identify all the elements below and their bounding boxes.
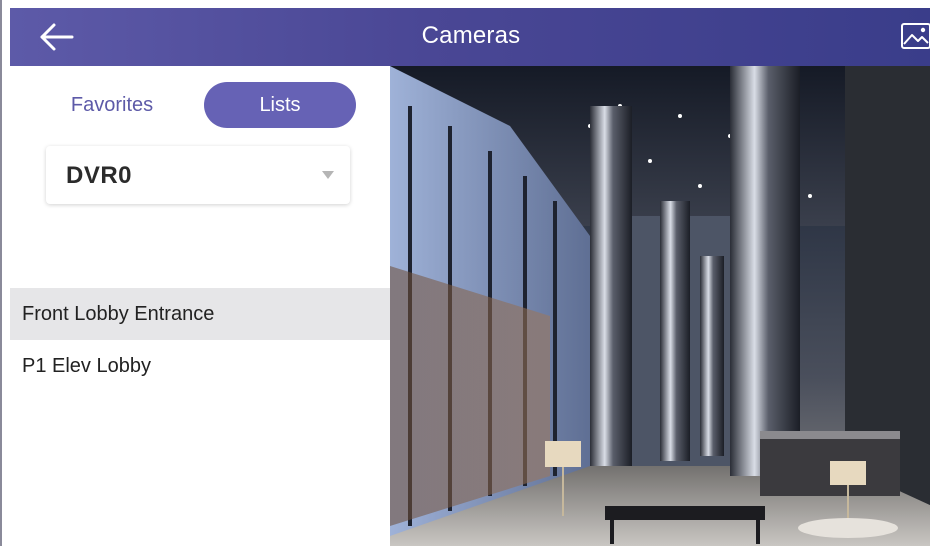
camera-list-item-p1-elev-lobby[interactable]: P1 Elev Lobby bbox=[10, 340, 390, 392]
page-title: Cameras bbox=[421, 22, 521, 49]
image-icon[interactable] bbox=[900, 22, 930, 50]
camera-list: Front Lobby Entrance P1 Elev Lobby bbox=[10, 288, 390, 392]
view-tabs: Favorites Lists bbox=[44, 82, 364, 128]
tab-favorites[interactable]: Favorites bbox=[52, 82, 172, 128]
app-frame: Cameras Favorites Lists DVR0 Front Lobby… bbox=[0, 0, 930, 546]
dvr-dropdown[interactable]: DVR0 bbox=[46, 146, 350, 204]
chevron-down-icon bbox=[322, 171, 334, 179]
camera-feed-view[interactable] bbox=[390, 66, 930, 546]
header-bar: Cameras bbox=[10, 8, 930, 66]
dvr-selected-value: DVR0 bbox=[66, 162, 133, 189]
camera-list-item-front-lobby-entrance[interactable]: Front Lobby Entrance bbox=[10, 288, 390, 340]
camera-list-panel: Favorites Lists DVR0 Front Lobby Entranc… bbox=[10, 66, 390, 546]
camera-feed-image bbox=[390, 66, 930, 546]
tab-lists[interactable]: Lists bbox=[204, 82, 356, 128]
